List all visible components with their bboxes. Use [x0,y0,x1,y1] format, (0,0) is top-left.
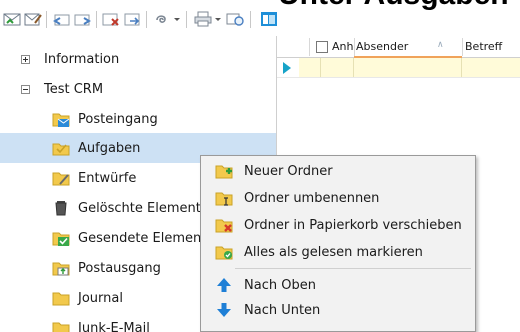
toolbar-separator [146,11,147,28]
tasks-folder-icon [52,143,70,156]
rename-folder-icon [215,192,233,206]
menu-item-label: Ordner umbenennen [244,190,380,206]
menu-item-label: Nach Unten [244,302,321,318]
arrow-down-icon [217,303,231,317]
move-mail-icon[interactable] [124,10,142,28]
sent-folder-icon [52,232,70,246]
row-indicator-icon [283,62,291,74]
select-all-checkbox[interactable] [316,41,328,53]
column-label: Anhang [332,40,354,53]
column-divider[interactable] [462,38,463,56]
row-cell[interactable] [354,58,462,77]
row-cell[interactable] [462,58,520,77]
menu-item-label: Nach Oben [244,277,316,293]
toolbar: Unter Ausgaben [0,0,520,32]
row-cell[interactable] [299,58,321,77]
tree-item-label: Test CRM [44,81,104,97]
column-header-betreff[interactable]: Betreff [465,36,520,57]
row-cell[interactable] [321,58,354,77]
toolbar-separator [186,11,187,28]
folder-icon [52,322,70,332]
drafts-folder-icon [52,172,70,186]
inbox-folder-icon [52,113,70,127]
menu-item-label: Neuer Ordner [244,163,333,179]
folder-icon [52,292,70,306]
forward-icon[interactable] [74,10,92,28]
grid-header: Anhang Absender ∧ Betreff [277,36,520,58]
tree-item-test-crm[interactable]: Test CRM [0,74,276,104]
tree-item-label: Junk-E-Mail [78,320,150,332]
attach-icon[interactable] [153,10,171,28]
column-divider[interactable] [309,38,310,56]
toolbar-separator [250,11,251,28]
column-divider[interactable] [354,38,355,56]
tree-item-label: Information [44,51,120,67]
toolbar-separator [46,11,47,28]
tree-item-posteingang[interactable]: Posteingang [0,104,276,134]
toolbar-separator [96,11,97,28]
tree-item-label: Posteingang [78,111,158,127]
menu-item-move-down[interactable]: Nach Unten [203,298,473,322]
column-header-absender[interactable]: Absender [356,36,441,57]
column-header-anhang[interactable]: Anhang [332,36,354,57]
menu-item-move-to-trash[interactable]: Ordner in Papierkorb verschieben [203,213,473,237]
reply-icon[interactable] [52,10,70,28]
menu-item-rename-folder[interactable]: Ordner umbenennen [203,186,473,210]
new-folder-icon [215,165,233,179]
collapse-icon[interactable] [21,85,30,94]
mark-read-folder-icon [215,246,233,260]
menu-item-mark-all-read[interactable]: Alles als gelesen markieren [203,240,473,264]
delete-mail-icon[interactable] [102,10,120,28]
arrow-up-icon [217,278,231,292]
menu-item-move-up[interactable]: Nach Oben [203,273,473,297]
tree-item-label: Gesendete Elemente [78,230,215,246]
panel-icon[interactable] [260,10,278,28]
menu-item-label: Alles als gelesen markieren [244,244,423,260]
column-label: Absender [356,40,409,53]
new-item-row[interactable] [277,58,520,78]
dropdown-icon[interactable] [213,10,223,28]
trash-icon [55,201,67,216]
menu-separator [235,268,471,269]
expand-icon[interactable] [21,55,30,64]
view-icon[interactable] [226,10,244,28]
menu-item-label: Ordner in Papierkorb verschieben [244,217,462,233]
check-mail-icon[interactable] [3,10,21,28]
column-label: Betreff [465,40,503,53]
tree-item-label: Aufgaben [78,140,141,156]
print-icon[interactable] [194,10,212,28]
compose-icon[interactable] [24,10,42,28]
outbox-folder-icon [52,262,70,276]
tree-item-label: Entwürfe [78,170,137,186]
window-title-clip: Unter Ausgaben [278,0,509,12]
dropdown-icon[interactable] [172,10,182,28]
delete-folder-icon [215,219,233,233]
tree-item-label: Postausgang [78,260,161,276]
tree-item-label: Journal [78,290,123,306]
sort-ascending-icon: ∧ [437,40,444,50]
tree-item-information[interactable]: Information [0,44,276,74]
tree-item-label: Gelöschte Elemente [78,200,209,216]
folder-context-menu: Neuer Ordner Ordner umbenennen Ordner in… [200,155,476,332]
menu-item-new-folder[interactable]: Neuer Ordner [203,159,473,183]
